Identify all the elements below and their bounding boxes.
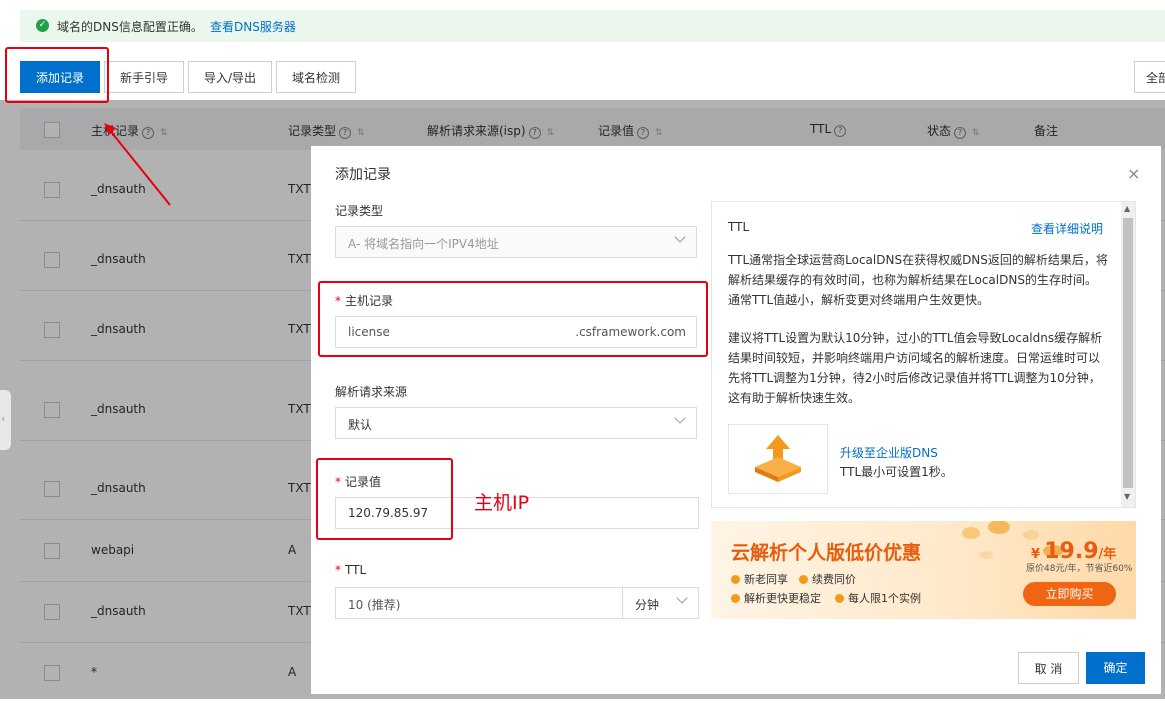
check-dot-icon	[799, 575, 808, 584]
ttl-input[interactable]: 10 (推荐)	[335, 587, 623, 619]
help-scrollbar-thumb[interactable]	[1123, 218, 1133, 488]
isp-label: 解析请求来源	[335, 385, 408, 399]
chevron-left-icon: ‹	[1, 412, 6, 425]
annotation-host-ip: 主机IP	[474, 492, 530, 514]
dialog-title: 添加记录	[335, 167, 391, 183]
ttl-label: * TTL	[335, 563, 367, 577]
ttl-help-panel: TTL 查看详细说明 TTL通常指全球运营商LocalDNS在获得权威DNS返回…	[711, 201, 1136, 508]
chevron-down-icon	[676, 592, 688, 604]
ttl-unit-select[interactable]: 分钟	[622, 587, 699, 619]
confirm-button[interactable]: 确定	[1086, 652, 1145, 684]
promo-item: 新老同享	[731, 571, 788, 587]
check-dot-icon	[731, 575, 740, 584]
help-paragraph-2: 建议将TTL设置为默认10分钟，过小的TTL值会导致Localdns缓存解析结果…	[728, 331, 1103, 405]
filter-all-select[interactable]: 全部	[1134, 61, 1165, 93]
record-type-label: 记录类型	[335, 204, 384, 218]
cancel-button[interactable]: 取 消	[1018, 652, 1079, 684]
upgrade-icon	[755, 435, 801, 482]
chevron-down-icon	[674, 412, 686, 424]
help-title: TTL	[728, 220, 750, 234]
dns-notice-bar: ✓ 域名的DNS信息配置正确。 查看DNS服务器	[20, 10, 1165, 42]
check-dot-icon	[731, 594, 740, 603]
beginner-guide-button[interactable]: 新手引导	[104, 61, 184, 93]
promo-item: 解析更快更稳定	[731, 590, 821, 606]
promo-banner[interactable]: 云解析个人版低价优惠 新老同享 续费同价 解析更快更稳定 每人限1个实例 ¥ 1…	[711, 521, 1136, 619]
isp-select[interactable]: 默认	[335, 407, 697, 439]
promo-title: 云解析个人版低价优惠	[731, 542, 922, 564]
check-dot-icon	[835, 594, 844, 603]
annotation-box-value	[316, 458, 453, 540]
record-type-select[interactable]: A- 将域名指向一个IPV4地址	[335, 226, 697, 258]
upgrade-enterprise-link[interactable]: 升级至企业版DNS	[840, 444, 938, 461]
import-export-button[interactable]: 导入/导出	[188, 61, 272, 93]
domain-check-button[interactable]: 域名检测	[276, 61, 356, 93]
help-paragraph-1: TTL通常指全球运营商LocalDNS在获得权威DNS返回的解析结果后，将解析结…	[728, 253, 1108, 307]
promo-original-price: 原价48元/年，节省近60%	[1026, 564, 1133, 574]
add-record-dialog: 添加记录 × 记录类型 A- 将域名指向一个IPV4地址 * 主机记录 licen…	[311, 146, 1161, 694]
view-dns-servers-link[interactable]: 查看DNS服务器	[210, 18, 296, 35]
scroll-up-icon[interactable]: ▲	[1124, 204, 1130, 213]
chevron-down-icon	[674, 231, 686, 243]
annotation-box-host	[318, 281, 708, 357]
dns-notice-text: 域名的DNS信息配置正确。	[57, 20, 203, 34]
upgrade-icon-box	[728, 424, 828, 494]
annotation-box-add	[5, 47, 109, 103]
side-collapse-handle[interactable]: ‹	[0, 390, 11, 450]
close-icon[interactable]: ×	[1127, 164, 1140, 183]
buy-now-button[interactable]: 立即购买	[1023, 582, 1116, 606]
check-icon: ✓	[36, 19, 49, 32]
promo-item: 续费同价	[799, 571, 856, 587]
view-details-link[interactable]: 查看详细说明	[1031, 220, 1103, 237]
upgrade-desc: TTL最小可设置1秒。	[840, 465, 953, 479]
promo-item: 每人限1个实例	[835, 590, 921, 606]
scroll-down-icon[interactable]: ▼	[1124, 492, 1130, 501]
